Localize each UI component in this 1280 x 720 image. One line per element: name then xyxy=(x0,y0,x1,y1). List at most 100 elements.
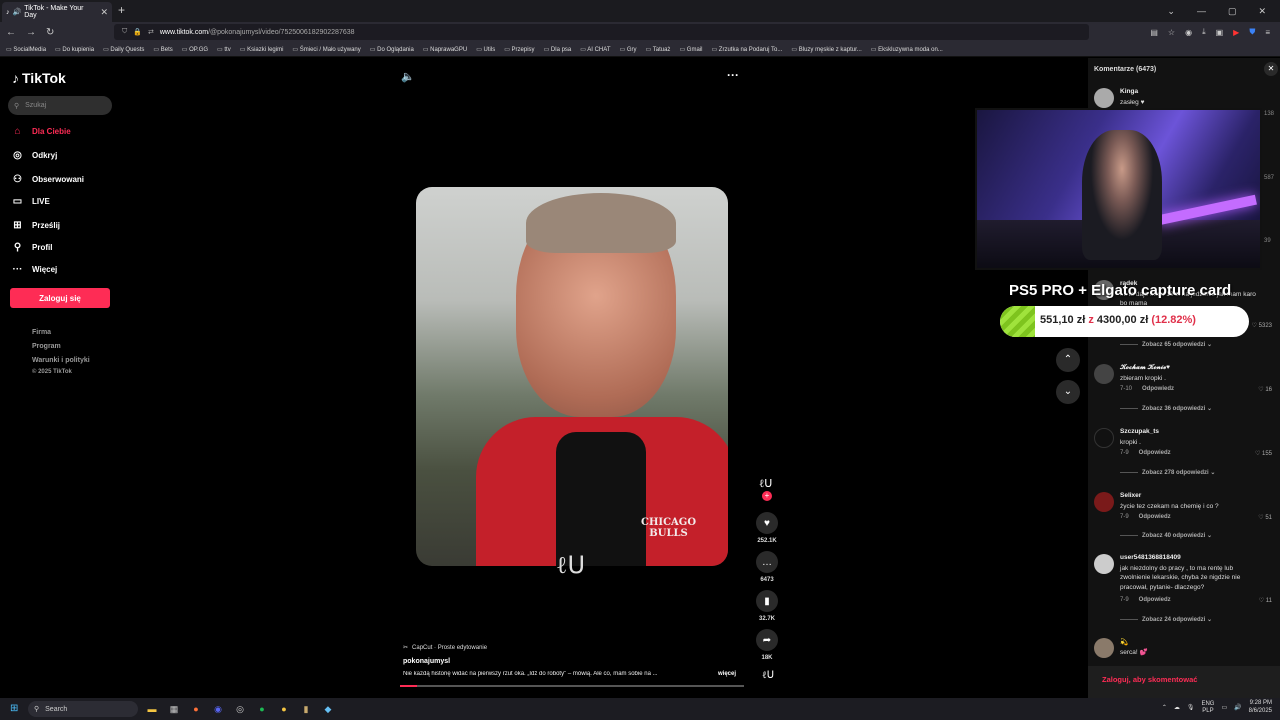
comment-user[interactable]: user5481368818409 xyxy=(1120,554,1181,561)
tiktok-logo[interactable]: ♪ TikTok xyxy=(12,70,66,86)
discord-icon[interactable]: ◉ xyxy=(211,702,225,716)
like-count[interactable]: ♡ 51 xyxy=(1258,514,1272,521)
bookmark-star-icon[interactable]: ☆ xyxy=(1168,28,1175,37)
address-bar[interactable]: ⛉ 🔒 ⇄ www.tiktok.com/@pokonajumysl/video… xyxy=(114,24,1089,40)
onedrive-icon[interactable]: ☁ xyxy=(1174,704,1180,711)
menu-icon[interactable]: ≡ xyxy=(1265,28,1270,37)
bookmark-item[interactable]: Utils xyxy=(476,46,496,53)
bookmark-item[interactable]: Bets xyxy=(153,46,173,53)
view-replies-button[interactable]: Zobacz 65 odpowiedzi ⌄ xyxy=(1120,341,1212,348)
file-explorer-icon[interactable]: ▬ xyxy=(145,702,159,716)
comment-user[interactable]: 💫 xyxy=(1120,638,1128,646)
forward-icon[interactable]: → xyxy=(26,27,36,38)
bookmark-item[interactable]: Bluzy męskie z kaptur... xyxy=(791,46,862,53)
microphone-icon[interactable]: 🎙 xyxy=(1187,704,1195,711)
bookmark-item[interactable]: Gry xyxy=(620,46,637,53)
login-to-comment-link[interactable]: Zaloguj, aby skomentować xyxy=(1088,666,1280,698)
account-icon[interactable]: ◉ xyxy=(1185,28,1192,37)
network-icon[interactable]: ▭ xyxy=(1221,704,1227,711)
windows-start-icon[interactable]: ⊞ xyxy=(10,703,18,714)
volume-tray-icon[interactable]: 🔊 xyxy=(1234,704,1241,711)
avatar[interactable] xyxy=(1094,554,1114,574)
reply-button[interactable]: Odpowiedz xyxy=(1142,386,1174,392)
share-icon[interactable]: ➦ xyxy=(756,629,778,651)
bookmark-item[interactable]: OP.GG xyxy=(182,46,208,53)
bookmark-item[interactable]: Ekskluzywna moda on... xyxy=(871,46,943,53)
heart-icon[interactable]: ♥ xyxy=(756,512,778,534)
obs-icon[interactable]: ◎ xyxy=(233,702,247,716)
tray-chevron-icon[interactable]: ⌃ xyxy=(1162,704,1167,711)
window-close-icon[interactable]: ✕ xyxy=(1258,6,1266,17)
bookmark-item[interactable]: Dla psa xyxy=(544,46,571,53)
like-action[interactable]: ♥ 252.1K xyxy=(755,512,779,544)
firefox-icon[interactable]: ● xyxy=(189,702,203,716)
tab-list-icon[interactable]: ⌄ xyxy=(1167,6,1175,17)
browser-tab[interactable]: ♪ 🔊 TikTok - Make Your Day ✕ xyxy=(2,2,112,22)
comment-action[interactable]: … 6473 xyxy=(755,551,779,583)
bookmark-item[interactable]: Gmail xyxy=(679,46,703,53)
sidebar-item-live[interactable]: ▭ LIVE xyxy=(12,196,50,207)
sidebar-item-following[interactable]: ⚇ Obserwowani xyxy=(12,174,84,185)
save-action[interactable]: ▮ 32.7K xyxy=(755,590,779,622)
video-author[interactable]: pokonajumysl xyxy=(403,658,450,665)
sidebar-item-more[interactable]: ··· Więcej xyxy=(12,264,58,275)
avatar[interactable] xyxy=(1094,492,1114,512)
like-count[interactable]: ♡ 11 xyxy=(1259,597,1272,604)
bookmark-item[interactable]: ttv xyxy=(217,46,230,53)
sidebar-item-for-you[interactable]: ⌂ Dla Ciebie xyxy=(12,126,70,137)
bookmark-item[interactable]: Ksiazki legimi xyxy=(240,46,283,53)
avatar[interactable] xyxy=(1094,88,1114,108)
app-icon[interactable]: ● xyxy=(277,702,291,716)
comment-user[interactable]: Szczupak_ts xyxy=(1120,428,1159,435)
sidebar-item-upload[interactable]: ⊞ Prześlij xyxy=(12,220,60,231)
view-replies-button[interactable]: Zobacz 40 odpowiedzi ⌄ xyxy=(1120,532,1212,539)
bookmark-item[interactable]: AI CHAT xyxy=(580,46,610,53)
bookmark-item[interactable]: Do Oglądania xyxy=(370,46,414,53)
bookmark-item[interactable]: Przepisy xyxy=(504,46,535,53)
back-icon[interactable]: ← xyxy=(6,27,16,38)
language-indicator[interactable]: ENG PLP xyxy=(1201,701,1214,715)
bookmark-item[interactable]: Tatuaż xyxy=(646,46,671,53)
reply-button[interactable]: Odpowiedz xyxy=(1139,514,1171,520)
search-input[interactable]: ⚲ Szukaj xyxy=(8,96,112,115)
new-tab-button[interactable]: + xyxy=(118,3,125,17)
bookmark-item[interactable]: Daily Quests xyxy=(103,46,144,53)
description-more-link[interactable]: więcej xyxy=(718,671,736,677)
bookmark-icon[interactable]: ▮ xyxy=(756,590,778,612)
bookmark-item[interactable]: Śmieci / Mało używany xyxy=(292,46,361,53)
comment-icon[interactable]: … xyxy=(756,551,778,573)
reply-button[interactable]: Odpowiedz xyxy=(1139,597,1171,603)
steam-icon[interactable]: ◆ xyxy=(321,702,335,716)
login-button[interactable]: Zaloguj się xyxy=(10,288,110,308)
footer-program-link[interactable]: Program xyxy=(32,343,61,350)
youtube-extension-icon[interactable]: ▶ xyxy=(1233,28,1239,37)
view-replies-button[interactable]: Zobacz 24 odpowiedzi ⌄ xyxy=(1120,616,1212,623)
bitwarden-icon[interactable]: ⛊ xyxy=(1249,27,1255,37)
comment-user[interactable]: Kinga xyxy=(1120,88,1138,95)
video-progress-bar[interactable] xyxy=(400,685,744,687)
creator-avatar[interactable]: ℓᑌ xyxy=(759,477,772,490)
lock-icon[interactable]: 🔒 xyxy=(133,28,142,36)
close-comments-icon[interactable]: ✕ xyxy=(1264,62,1278,76)
audio-playing-icon[interactable]: 🔊 xyxy=(13,8,22,16)
like-count[interactable]: ♡ 155 xyxy=(1255,450,1272,457)
store-icon[interactable]: ▦ xyxy=(167,702,181,716)
volume-icon[interactable]: 🔈 xyxy=(401,70,415,83)
comment-user[interactable]: 𝓚𝓸𝓬𝓱𝓪𝓶 𝓚𝓸𝓷𝓲𝓮♥ xyxy=(1120,364,1170,372)
previous-video-button[interactable]: ⌃ xyxy=(1056,348,1080,372)
next-video-button[interactable]: ⌄ xyxy=(1056,380,1080,404)
music-disc-icon[interactable]: ℓᑌ xyxy=(762,670,774,681)
clock[interactable]: 9:28 PM 8/6/2025 xyxy=(1249,700,1272,716)
video-player[interactable]: CHICAGO BULLS xyxy=(416,187,728,566)
extension-icon[interactable]: ▣ xyxy=(1216,28,1224,37)
downloads-icon[interactable]: ⤓ xyxy=(1202,27,1206,37)
bookmark-item[interactable]: SocialMedia xyxy=(6,46,46,53)
like-count[interactable]: ♡ 5323 xyxy=(1252,322,1272,329)
reply-button[interactable]: Odpowiedz xyxy=(1139,450,1171,456)
like-count[interactable]: ♡ 16 xyxy=(1258,386,1272,393)
capcut-badge[interactable]: ✂ CapCut · Proste edytowanie xyxy=(403,644,487,652)
footer-terms-link[interactable]: Warunki i polityki xyxy=(32,357,90,364)
reader-view-icon[interactable]: ▤ xyxy=(1150,28,1158,37)
tab-close-icon[interactable]: ✕ xyxy=(100,7,108,18)
taskbar-search[interactable]: ⚲ Search xyxy=(28,701,138,717)
